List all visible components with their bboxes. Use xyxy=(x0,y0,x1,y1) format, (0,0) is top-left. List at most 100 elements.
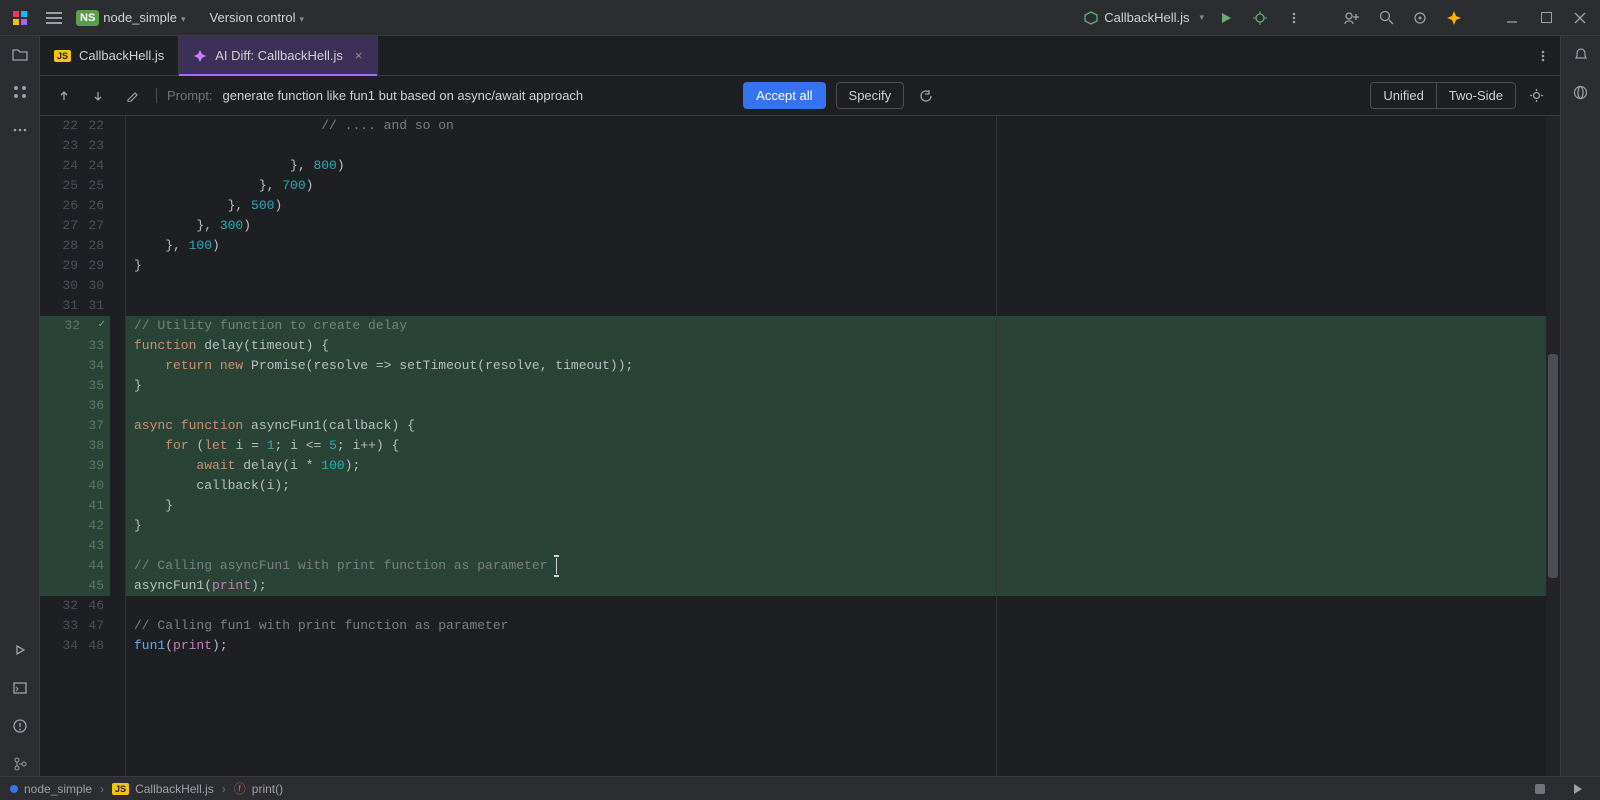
code-line[interactable] xyxy=(126,596,1546,616)
code-line[interactable] xyxy=(126,396,1546,416)
project-tool-icon[interactable] xyxy=(8,42,32,66)
editor-tab-1[interactable]: AI Diff: CallbackHell.js × xyxy=(179,36,377,75)
line-gutter: 2222232324242525262627272828292930303131… xyxy=(40,116,110,776)
code-line[interactable]: }, 300) xyxy=(126,216,1546,236)
code-line[interactable]: }, 800) xyxy=(126,156,1546,176)
terminal-tool-icon[interactable] xyxy=(8,676,32,700)
search-icon[interactable] xyxy=(1374,6,1398,30)
prompt-text: generate function like fun1 but based on… xyxy=(223,88,584,103)
code-line[interactable] xyxy=(126,296,1546,316)
accept-all-button[interactable]: Accept all xyxy=(743,82,825,109)
editor-area: JSCallbackHell.jsAI Diff: CallbackHell.j… xyxy=(40,36,1560,776)
view-twoside-button[interactable]: Two-Side xyxy=(1436,83,1515,108)
debug-icon[interactable] xyxy=(1248,6,1272,30)
tab-label: CallbackHell.js xyxy=(79,48,164,63)
maximize-icon[interactable] xyxy=(1534,6,1558,30)
ide-status-icon[interactable] xyxy=(1566,777,1590,800)
gutter-row: 2525 xyxy=(40,176,110,196)
code-line[interactable]: }, 500) xyxy=(126,196,1546,216)
ai-side-icon[interactable] xyxy=(1569,80,1593,104)
vcs-menu[interactable]: Version control xyxy=(210,10,305,25)
editor-tab-0[interactable]: JSCallbackHell.js xyxy=(40,36,179,75)
specify-button[interactable]: Specify xyxy=(836,82,905,109)
code-line[interactable]: } xyxy=(126,376,1546,396)
code-line[interactable]: for (let i = 1; i <= 5; i++) { xyxy=(126,436,1546,456)
gutter-row: 2626 xyxy=(40,196,110,216)
code-line[interactable]: fun1(print); xyxy=(126,636,1546,656)
code-line[interactable]: asyncFun1(print); xyxy=(126,576,1546,596)
code-line[interactable]: // Utility function to create delay xyxy=(126,316,1546,336)
code-line[interactable]: } xyxy=(126,496,1546,516)
minimize-icon[interactable] xyxy=(1500,6,1524,30)
ai-diff-icon xyxy=(193,49,207,63)
hamburger-icon[interactable] xyxy=(42,6,66,30)
gutter-row: 37 xyxy=(40,416,110,436)
structure-tool-icon[interactable] xyxy=(8,80,32,104)
scrollbar-thumb[interactable] xyxy=(1548,354,1558,578)
code-line[interactable]: // .... and so on xyxy=(126,116,1546,136)
app-menu-icon[interactable] xyxy=(8,6,32,30)
project-selector[interactable]: NS node_simple xyxy=(76,10,186,26)
tab-label: AI Diff: CallbackHell.js xyxy=(215,48,343,63)
breadcrumb[interactable]: node_simple JS CallbackHell.js ⓕ print() xyxy=(10,780,283,797)
hexagon-icon xyxy=(1084,11,1098,25)
right-toolstrip xyxy=(1560,36,1600,776)
code-line[interactable]: } xyxy=(126,256,1546,276)
diff-settings-icon[interactable] xyxy=(1524,84,1548,108)
prev-change-icon[interactable] xyxy=(52,84,76,108)
crumb-2: print() xyxy=(252,782,283,796)
gutter-row: 3246 xyxy=(40,596,110,616)
code-line[interactable] xyxy=(126,136,1546,156)
split-divider xyxy=(996,116,997,776)
edit-prompt-icon[interactable] xyxy=(120,84,144,108)
tabs-menu-icon[interactable] xyxy=(1526,36,1560,75)
fold-gutter xyxy=(110,116,126,776)
code-line[interactable]: }, 100) xyxy=(126,236,1546,256)
code-line[interactable] xyxy=(126,276,1546,296)
more-run-icon[interactable] xyxy=(1282,6,1306,30)
code-line[interactable]: return new Promise(resolve => setTimeout… xyxy=(126,356,1546,376)
code-line[interactable]: callback(i); xyxy=(126,476,1546,496)
overview-ruler[interactable] xyxy=(1546,116,1560,776)
code-line[interactable]: // Calling fun1 with print function as p… xyxy=(126,616,1546,636)
code-line[interactable] xyxy=(126,536,1546,556)
run-icon[interactable] xyxy=(1214,6,1238,30)
next-change-icon[interactable] xyxy=(86,84,110,108)
notifications-icon[interactable] xyxy=(1569,42,1593,66)
accept-hunk-icon[interactable]: ✓ xyxy=(86,316,106,336)
code-content[interactable]: // .... and so on }, 800) }, 700) }, 500… xyxy=(126,116,1546,776)
crumb-1: CallbackHell.js xyxy=(135,782,214,796)
run-config-selector[interactable]: CallbackHell.js xyxy=(1084,10,1204,25)
gutter-row: 39 xyxy=(40,456,110,476)
gutter-row: 40 xyxy=(40,476,110,496)
run-tool-icon[interactable] xyxy=(8,638,32,662)
gutter-row: 2929 xyxy=(40,256,110,276)
regenerate-icon[interactable] xyxy=(914,84,938,108)
code-with-me-icon[interactable] xyxy=(1340,6,1364,30)
problems-tool-icon[interactable] xyxy=(8,714,32,738)
more-tool-icon[interactable] xyxy=(8,118,32,142)
tab-close-icon[interactable]: × xyxy=(355,48,363,63)
ai-settings-icon[interactable] xyxy=(1408,6,1432,30)
view-unified-button[interactable]: Unified xyxy=(1371,83,1435,108)
gutter-row: 43 xyxy=(40,536,110,556)
prompt-label: Prompt: xyxy=(156,88,213,103)
ai-diff-actionbar: Prompt: generate function like fun1 but … xyxy=(40,76,1560,116)
project-name: node_simple xyxy=(103,10,185,25)
gutter-row: 36 xyxy=(40,396,110,416)
git-tool-icon[interactable] xyxy=(8,752,32,776)
code-line[interactable]: await delay(i * 100); xyxy=(126,456,1546,476)
close-icon[interactable] xyxy=(1568,6,1592,30)
code-line[interactable]: // Calling asyncFun1 with print function… xyxy=(126,556,1546,576)
code-line[interactable]: async function asyncFun1(callback) { xyxy=(126,416,1546,436)
code-line[interactable]: function delay(timeout) { xyxy=(126,336,1546,356)
indexing-icon[interactable] xyxy=(1528,777,1552,800)
ai-assistant-icon[interactable] xyxy=(1442,6,1466,30)
project-badge: NS xyxy=(76,10,99,26)
code-line[interactable]: } xyxy=(126,516,1546,536)
diff-editor[interactable]: 2222232324242525262627272828292930303131… xyxy=(40,116,1560,776)
crumb-0: node_simple xyxy=(24,782,92,796)
gutter-row: 3448 xyxy=(40,636,110,656)
code-line[interactable]: }, 700) xyxy=(126,176,1546,196)
gutter-row: 38 xyxy=(40,436,110,456)
